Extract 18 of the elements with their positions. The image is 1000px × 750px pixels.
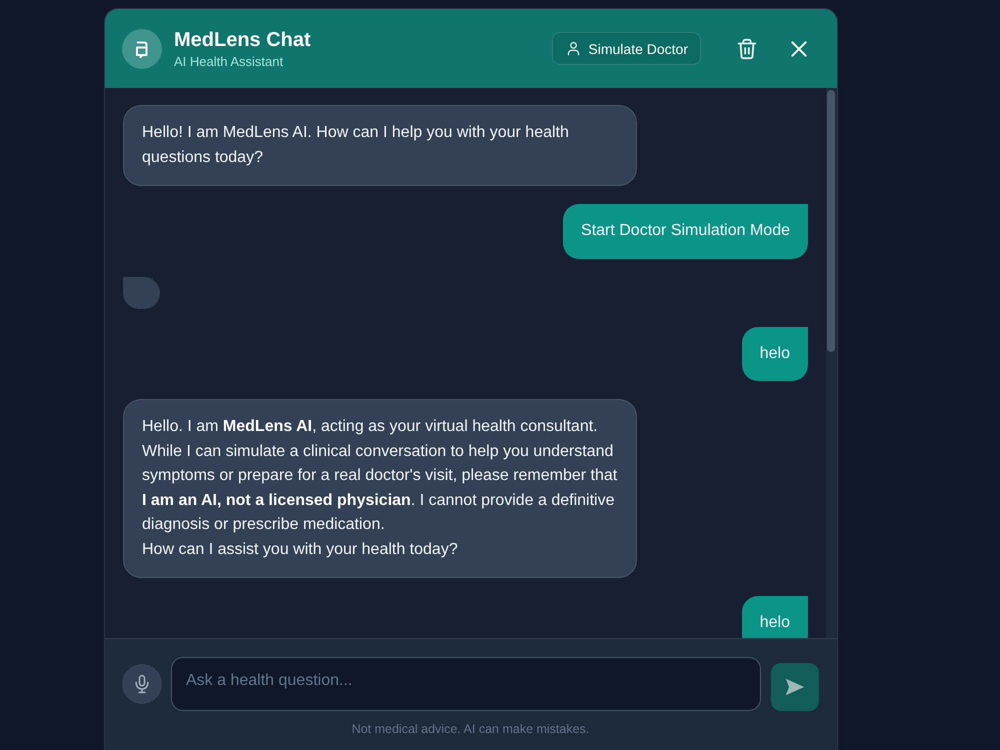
close-icon: [789, 38, 809, 58]
simulate-doctor-button[interactable]: Simulate Doctor: [552, 32, 701, 65]
logo-icon: [122, 28, 162, 68]
message-bubble: Start Doctor Simulation Mode: [563, 204, 808, 258]
send-icon: [784, 676, 806, 698]
chat-title: MedLens Chat: [174, 28, 311, 52]
user-icon: [566, 41, 582, 56]
message-bubble: helo: [742, 596, 808, 638]
message-bubble: Hello! I am MedLens AI. How can I help you with your health questions today?: [123, 105, 637, 186]
empty-message-bubble: [123, 276, 160, 308]
scrollbar-thumb[interactable]: [827, 90, 835, 352]
chat-subtitle: AI Health Assistant: [174, 54, 284, 70]
message-input[interactable]: Ask a health question...: [171, 656, 761, 710]
message-bubble: Hello. I am MedLens AI, acting as your virtual health consultant. While I can simulate a clinical conversation to help you understand symptoms or prepare for a real doctor's visit, please remember that I am an AI, not a licensed physician. I cannot provide a definitive diagnosis or prescribe medication. How can I assist you with your health today?: [123, 399, 637, 578]
disclaimer-text: Not medical advice. AI can make mistakes.: [352, 721, 590, 737]
trash-icon: [736, 38, 758, 60]
message-bubble: helo: [742, 326, 808, 381]
microphone-button[interactable]: [122, 664, 162, 704]
